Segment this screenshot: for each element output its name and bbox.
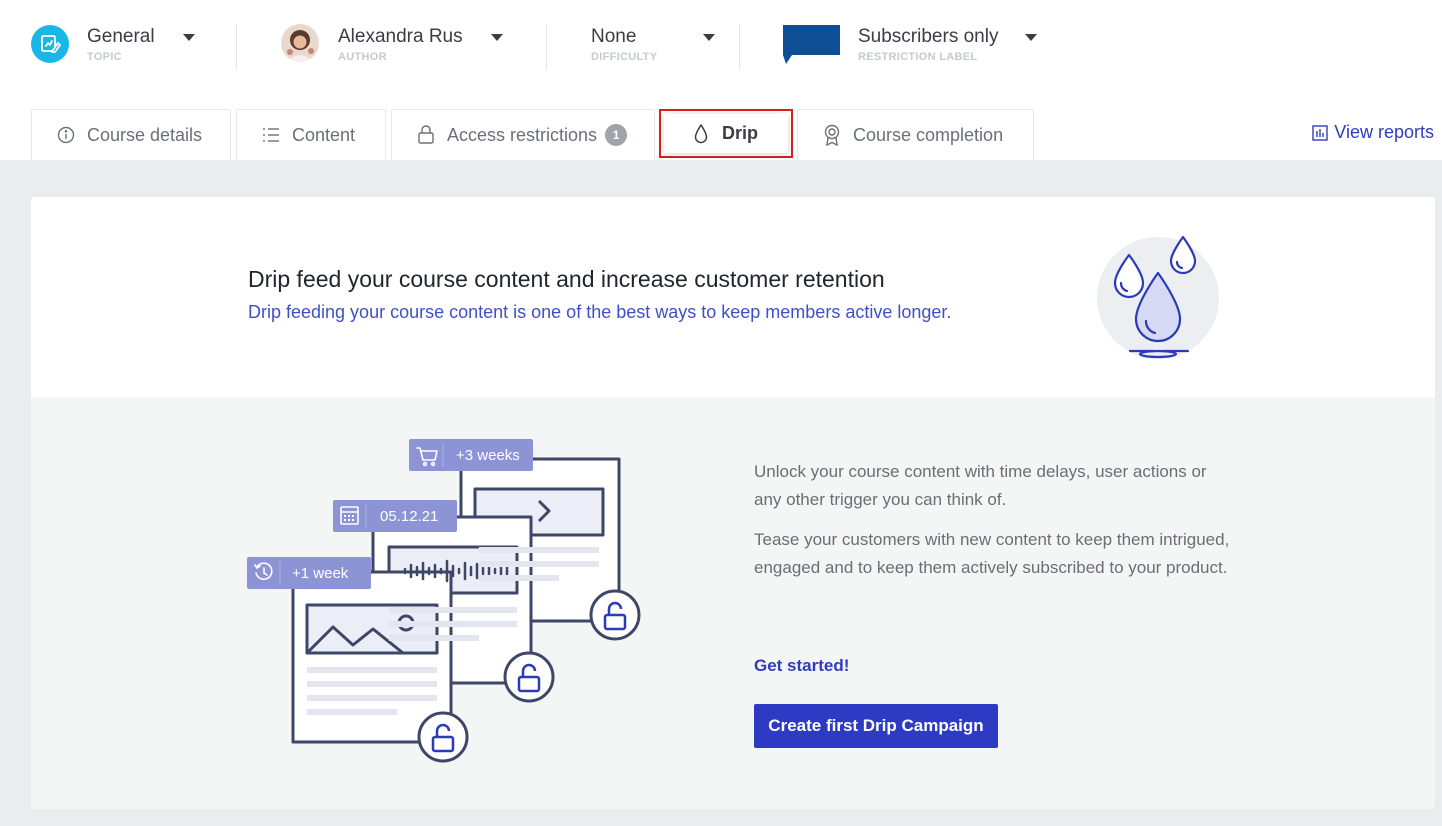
author-avatar xyxy=(281,24,319,62)
author-value: Alexandra Rus xyxy=(338,26,463,47)
difficulty-value: None xyxy=(591,26,637,47)
topic-label: TOPIC xyxy=(87,51,122,63)
tab-label: Course details xyxy=(87,124,203,145)
lock-icon xyxy=(417,125,435,145)
view-reports-label: View reports xyxy=(1334,122,1434,142)
drip-empty-state-card: Drip feed your course content and increa… xyxy=(31,197,1435,809)
author-caret-icon[interactable] xyxy=(490,34,503,41)
drip-hero: Drip feed your course content and increa… xyxy=(31,197,1435,397)
create-drip-campaign-button[interactable]: Create first Drip Campaign xyxy=(754,704,998,748)
tab-label: Drip xyxy=(722,123,758,143)
author-label: AUTHOR xyxy=(338,51,387,63)
restriction-value: Subscribers only xyxy=(858,26,999,47)
tab-label: Content xyxy=(292,124,356,145)
drip-content-illustration: +3 weeks 05.12.21 +1 week xyxy=(247,439,641,763)
topic-value: General xyxy=(87,26,155,47)
info-icon xyxy=(57,126,75,144)
award-icon xyxy=(823,124,841,146)
tag-three-weeks: +3 weeks xyxy=(456,447,520,464)
description-paragraph-1: Unlock your course content with time del… xyxy=(754,462,1207,509)
tag-date: 05.12.21 xyxy=(380,508,438,525)
restrictions-count-badge: 1 xyxy=(605,124,628,146)
difficulty-selector[interactable]: None DIFFICULTY xyxy=(591,22,716,72)
topic-selector[interactable]: General TOPIC xyxy=(87,22,195,72)
restriction-flag-icon xyxy=(782,24,841,65)
difficulty-label: DIFFICULTY xyxy=(591,51,658,63)
get-started-label: Get started! xyxy=(754,656,850,675)
author-selector[interactable]: Alexandra Rus AUTHOR xyxy=(338,22,503,72)
list-icon xyxy=(262,127,280,143)
tab-drip-inner: Drip xyxy=(664,114,788,153)
divider xyxy=(236,24,237,70)
tab-label: Access restrictions xyxy=(447,124,598,145)
tab-drip[interactable]: Drip xyxy=(659,109,793,158)
hero-title: Drip feed your course content and increa… xyxy=(248,266,885,292)
tab-label: Course completion xyxy=(853,124,1004,145)
view-reports-link[interactable]: View reports xyxy=(1312,122,1434,143)
restriction-selector[interactable]: Subscribers only RESTRICTION LABEL xyxy=(858,22,1038,72)
tab-course-details[interactable]: Course details xyxy=(31,109,231,160)
tab-content[interactable]: Content xyxy=(236,109,386,160)
restriction-label: RESTRICTION LABEL xyxy=(858,51,978,63)
tab-access-restrictions[interactable]: Access restrictions 1 xyxy=(391,109,655,160)
water-drops-illustration xyxy=(1097,235,1219,359)
course-meta-bar: General TOPIC Alexandra Rus AUTHOR None … xyxy=(0,0,1442,95)
divider xyxy=(546,24,547,70)
topic-icon xyxy=(31,25,69,63)
drop-icon xyxy=(694,123,708,144)
description-paragraph-2: Tease your customers with new content to… xyxy=(754,530,1230,577)
tag-one-week: +1 week xyxy=(292,565,349,582)
report-icon xyxy=(1312,124,1328,141)
tab-course-completion[interactable]: Course completion xyxy=(797,109,1034,160)
restriction-caret-icon[interactable] xyxy=(1025,34,1038,41)
topic-caret-icon[interactable] xyxy=(182,34,195,41)
divider xyxy=(739,24,740,70)
hero-subtitle: Drip feeding your course content is one … xyxy=(248,302,952,322)
difficulty-caret-icon[interactable] xyxy=(703,34,716,41)
